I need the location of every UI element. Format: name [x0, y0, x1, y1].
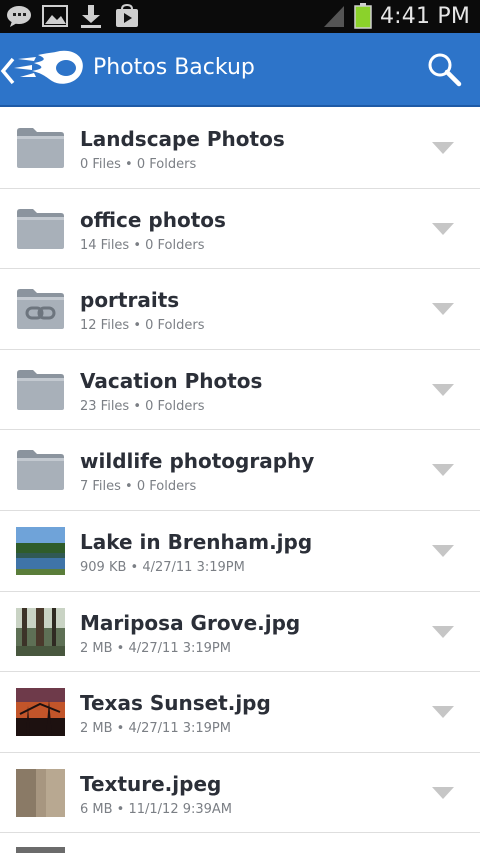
folder-icon: [17, 208, 64, 249]
chat-notification-icon: [7, 6, 31, 27]
list-item[interactable]: Mariposa Grove.jpg 2 MB • 4/27/11 3:19PM: [0, 591, 480, 673]
texture-thumbnail: [16, 768, 65, 817]
lake-thumbnail: [16, 526, 65, 575]
folder-icon: [17, 128, 64, 168]
list-item[interactable]: wildlife photography 7 Files • 0 Folders: [0, 430, 480, 511]
chevron-down-icon[interactable]: [432, 222, 454, 235]
battery-icon: [354, 3, 372, 29]
list-item-partial[interactable]: [0, 833, 480, 854]
shared-folder-icon: [17, 289, 64, 330]
item-name: Lake in Brenham.jpg: [80, 529, 313, 554]
item-name: Mariposa Grove.jpg: [80, 610, 301, 635]
item-name: Landscape Photos: [80, 127, 285, 151]
chevron-down-icon[interactable]: [432, 142, 454, 154]
file-list: Landscape Photos 0 Files • 0 Folders off…: [0, 108, 480, 854]
partial-thumbnail: [16, 847, 65, 854]
status-clock: 4:41 PM: [379, 3, 470, 29]
item-name: Texas Sunset.jpg: [80, 691, 271, 716]
list-item[interactable]: office photos 14 Files • 0 Folders: [0, 188, 480, 270]
status-bar: 4:41 PM: [0, 0, 480, 33]
chevron-down-icon[interactable]: [432, 383, 454, 396]
folder-icon: [17, 369, 64, 410]
chevron-down-icon[interactable]: [432, 544, 454, 557]
list-item[interactable]: Texas Sunset.jpg 2 MB • 4/27/11 3:19PM: [0, 672, 480, 753]
list-item[interactable]: Texture.jpeg 6 MB • 11/1/12 9:39AM: [0, 752, 480, 834]
chevron-down-icon[interactable]: [432, 786, 454, 799]
signal-icon: [323, 6, 344, 27]
list-item[interactable]: Lake in Brenham.jpg 909 KB • 4/27/11 3:1…: [0, 510, 480, 592]
item-name: Vacation Photos: [80, 368, 263, 393]
item-meta: 2 MB • 4/27/11 3:19PM: [80, 640, 231, 656]
page-title: Photos Backup: [93, 55, 255, 80]
chevron-down-icon[interactable]: [432, 625, 454, 638]
play-store-icon: [116, 4, 138, 27]
chevron-down-icon[interactable]: [432, 464, 454, 477]
item-meta: 0 Files • 0 Folders: [80, 157, 197, 172]
item-name: Texture.jpeg: [80, 771, 222, 796]
download-icon: [81, 5, 101, 28]
forest-thumbnail: [16, 607, 65, 656]
list-item[interactable]: Landscape Photos 0 Files • 0 Folders: [0, 108, 480, 189]
image-notification-icon: [42, 5, 68, 27]
search-icon[interactable]: [426, 51, 462, 87]
item-meta: 7 Files • 0 Folders: [80, 479, 197, 495]
chevron-down-icon[interactable]: [432, 706, 454, 719]
list-item[interactable]: portraits 12 Files • 0 Folders: [0, 269, 480, 350]
item-meta: 2 MB • 4/27/11 3:19PM: [80, 721, 231, 737]
list-item[interactable]: Vacation Photos 23 Files • 0 Folders: [0, 349, 480, 431]
item-name: wildlife photography: [80, 449, 315, 474]
sunset-thumbnail: [16, 688, 65, 737]
app-bar: Photos Backup: [0, 33, 480, 107]
item-meta: 909 KB • 4/27/11 3:19PM: [80, 559, 245, 575]
mediafire-logo[interactable]: [12, 47, 86, 91]
item-meta: 6 MB • 11/1/12 9:39AM: [80, 801, 233, 817]
item-meta: 12 Files • 0 Folders: [80, 318, 205, 334]
chevron-down-icon[interactable]: [432, 303, 454, 316]
folder-icon: [17, 450, 64, 491]
item-meta: 14 Files • 0 Folders: [80, 237, 205, 253]
item-name: office photos: [80, 207, 226, 232]
item-name: portraits: [80, 288, 180, 313]
item-meta: 23 Files • 0 Folders: [80, 398, 205, 414]
